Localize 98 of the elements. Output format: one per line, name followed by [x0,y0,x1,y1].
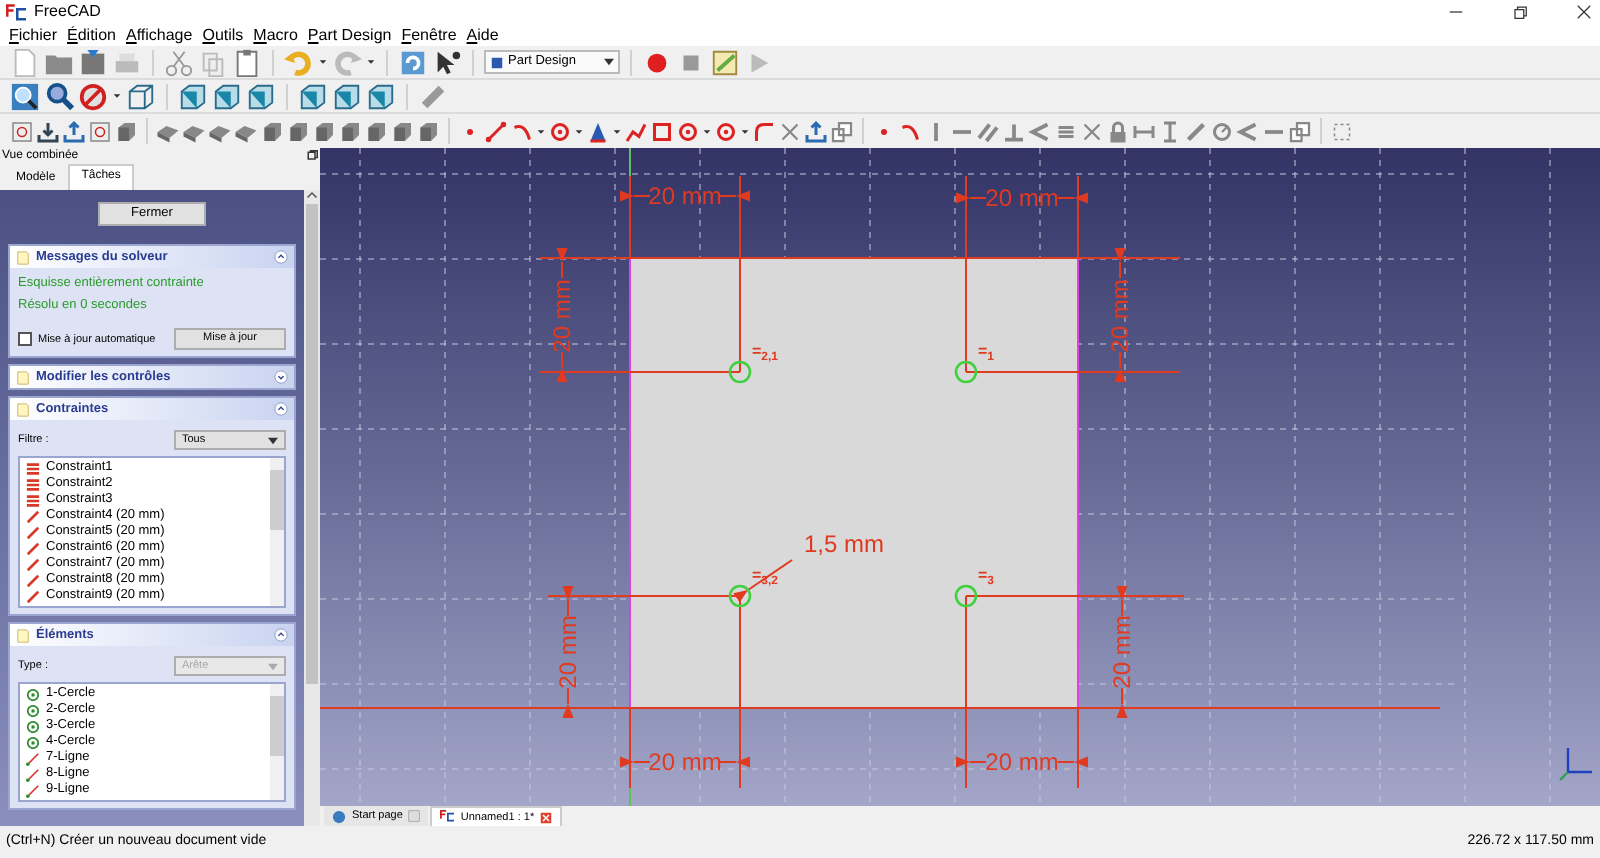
sketch-board-icon[interactable] [10,119,34,143]
scroll-up-icon[interactable] [306,190,318,202]
circle-marker[interactable] [728,584,752,608]
constraint-marker: =$_{1}$ [978,342,995,362]
note-icon [16,627,30,643]
arc-icon[interactable] [898,119,922,143]
app-logo-icon [440,810,455,824]
export-arrow-icon[interactable] [62,119,86,143]
circle-icon[interactable] [714,119,738,143]
help-pointer-icon[interactable] [432,47,462,77]
save-icon[interactable] [78,47,108,77]
menu-item[interactable]: Aide [461,25,504,45]
radius-icon[interactable] [1210,119,1234,143]
copy-squares-icon[interactable] [830,119,854,143]
caret-icon [268,435,278,445]
cross-icon[interactable] [778,119,802,143]
arc-icon[interactable] [510,119,534,143]
circle-icon[interactable] [548,119,572,143]
dimension-arrow [956,192,1088,204]
dimension-arrow [620,756,750,768]
copy-squares-icon[interactable] [1288,119,1312,143]
caret-icon [604,56,614,68]
menu-item[interactable]: Édition [62,25,121,45]
collapse-icon[interactable] [274,628,288,642]
menu-item[interactable]: Outils [197,25,249,45]
radius-leader-line [733,559,793,603]
menu-item[interactable]: Part Design [302,25,397,45]
sketch-board-icon[interactable] [88,119,112,143]
app-logo-icon [6,3,26,21]
axis-gizmo-icon [1559,748,1592,781]
export-arrow-icon[interactable] [804,119,828,143]
note-icon [16,249,30,265]
globe-icon [332,809,346,823]
constraint-marker: =$_{3}$ [978,566,995,586]
fit-all-icon[interactable] [10,81,40,111]
fillet-icon[interactable] [752,119,776,143]
maximize-icon[interactable] [1510,2,1530,22]
dimension-arrow [1116,586,1128,718]
macro-edit-icon[interactable] [710,47,740,77]
workbench-icon [490,55,504,69]
circle-icon[interactable] [676,119,700,143]
lock-icon[interactable] [1106,119,1130,143]
cross-icon[interactable] [1080,119,1104,143]
dimension-arrow [1114,248,1126,382]
polyline-icon[interactable] [624,119,648,143]
dimension-arrow [562,586,574,718]
diagonal-line-icon[interactable] [1184,119,1208,143]
circle-marker[interactable] [954,360,978,384]
list-scrollbar[interactable] [270,684,284,800]
clipboard-icon[interactable] [232,47,262,77]
solid-block-icon[interactable] [364,119,388,143]
menu-item[interactable]: Fichier [4,25,63,45]
cube-icon[interactable] [366,81,396,111]
no-entry-icon[interactable] [78,81,108,111]
solid-block-icon[interactable] [338,119,362,143]
menu-item[interactable]: Affichage [120,25,198,45]
dimension-arrow [956,756,1088,768]
cube-icon[interactable] [298,81,328,111]
solid-block-icon[interactable] [286,119,310,143]
solid-block-icon[interactable] [390,119,414,143]
caret-icon [268,661,278,671]
cube-icon[interactable] [212,81,242,111]
line-icon[interactable] [484,119,508,143]
solid-block-icon[interactable] [312,119,336,143]
menu-item[interactable]: Fenêtre [396,25,462,45]
menu-item[interactable]: Macro [248,25,303,45]
cube-outline-icon[interactable] [126,81,156,111]
scissors-icon[interactable] [164,47,194,77]
import-arrow-icon[interactable] [36,119,60,143]
dimension-arrow [556,248,568,382]
collapse-icon[interactable] [274,402,288,416]
expand-icon[interactable] [274,370,288,384]
dimension-arrow [620,190,750,202]
cube-icon[interactable] [332,81,362,111]
parallel-icon[interactable] [976,119,1000,143]
constraint-marker: =$_{2,1}$ [752,342,779,362]
circle-marker[interactable] [728,360,752,384]
angle-icon[interactable] [1028,119,1052,143]
magnifier-icon[interactable] [44,81,74,111]
cube-icon[interactable] [178,81,208,111]
window-title: FreeCAD [34,0,103,24]
triangle-icon[interactable] [586,119,610,143]
rectangle-icon[interactable] [650,119,674,143]
angle-icon[interactable] [1236,119,1260,143]
cube-icon[interactable] [246,81,276,111]
list-scrollbar[interactable] [270,458,284,606]
selection-icon[interactable] [1330,119,1354,143]
solid-block-icon[interactable] [416,119,440,143]
collapse-icon[interactable] [274,250,288,264]
scrollbar[interactable] [304,190,320,826]
solid-block-icon[interactable] [114,119,138,143]
close-icon[interactable] [1574,2,1594,22]
checkbox[interactable] [18,332,32,346]
constraint-marker: =$_{3,2}$ [752,566,779,586]
float-panel-icon[interactable] [306,150,318,162]
distance-v-icon[interactable] [1158,119,1182,143]
circle-marker[interactable] [954,584,978,608]
perpendicular-icon[interactable] [1002,119,1026,143]
